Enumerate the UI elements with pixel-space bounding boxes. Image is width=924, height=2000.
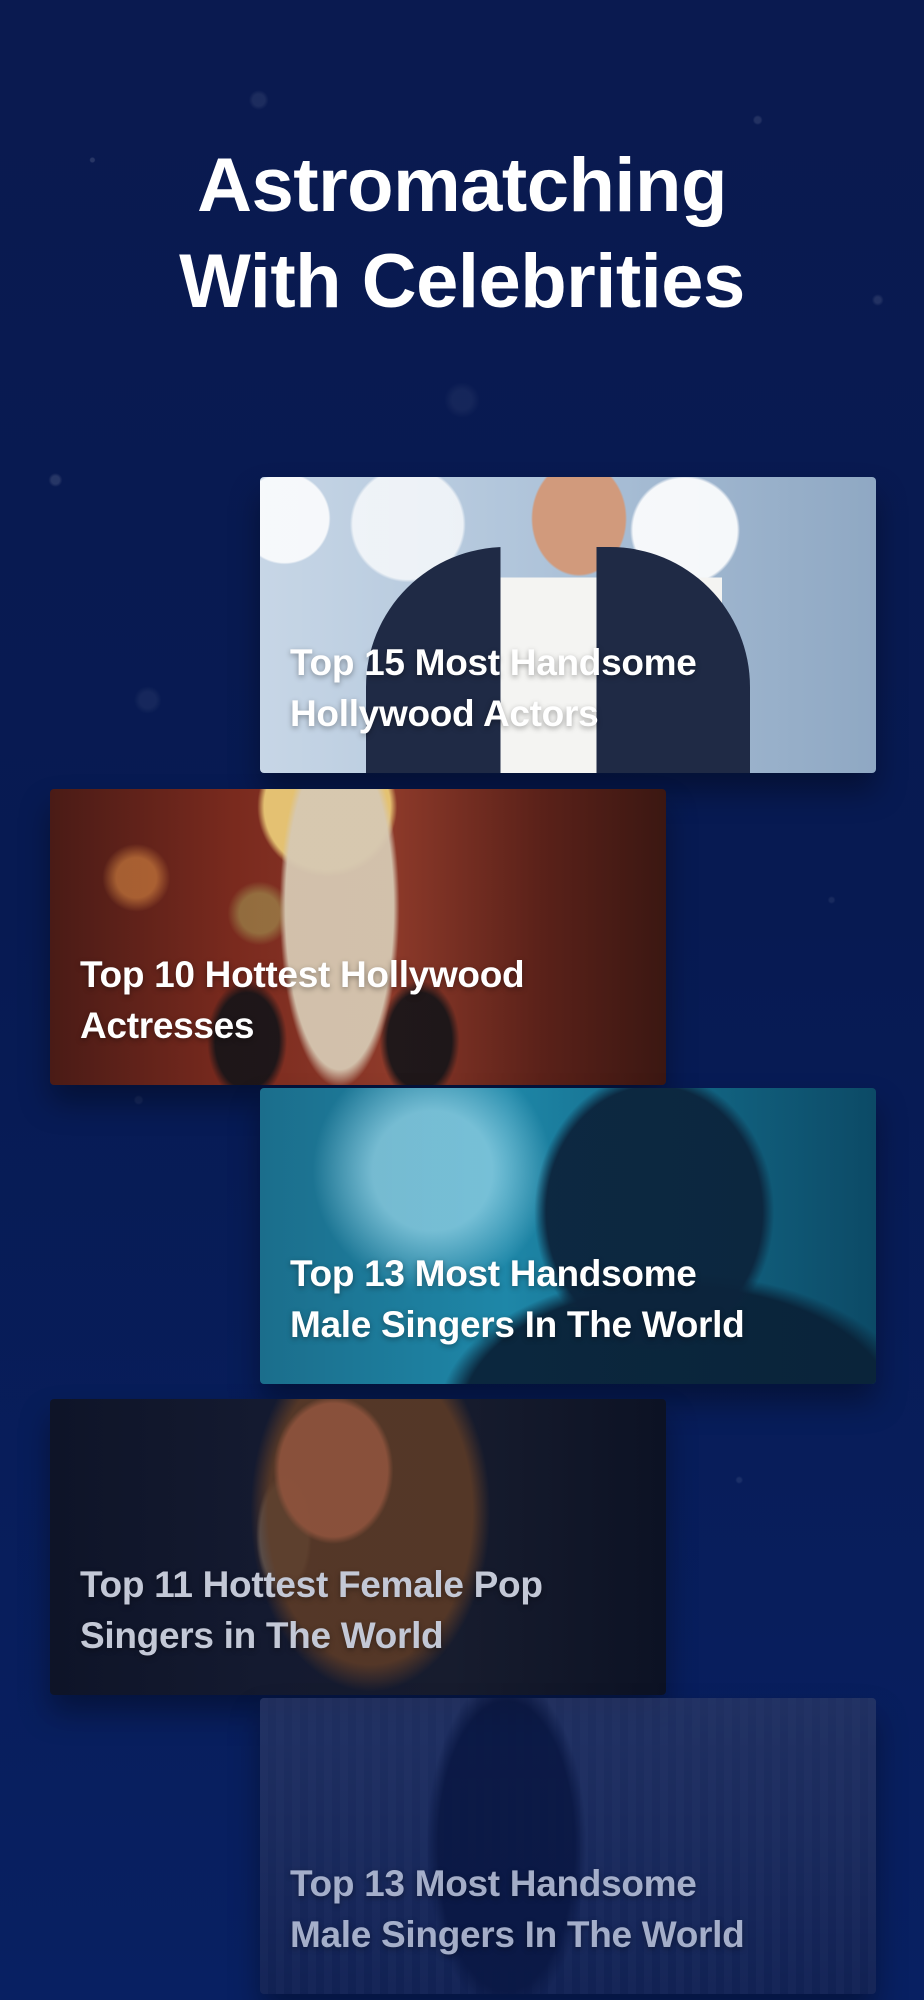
page-title-line-2: With Celebrities bbox=[179, 239, 745, 324]
page-title-line-1: Astromatching bbox=[197, 143, 727, 228]
card-title-line-2: Male Singers In The World bbox=[290, 1304, 745, 1345]
card-title-line-1: Top 10 Hottest Hollywood bbox=[80, 954, 525, 995]
card-title-line-2: Actresses bbox=[80, 1005, 255, 1046]
card-handsome-male-singers-faded[interactable]: Top 13 Most Handsome Male Singers In The… bbox=[260, 1698, 876, 1994]
card-title-line-1: Top 13 Most Handsome bbox=[290, 1253, 697, 1294]
card-title: Top 13 Most Handsome Male Singers In The… bbox=[290, 1858, 846, 1960]
card-hottest-hollywood-actresses[interactable]: Top 10 Hottest Hollywood Actresses bbox=[50, 789, 666, 1085]
card-title-line-2: Male Singers In The World bbox=[290, 1914, 745, 1955]
card-title: Top 10 Hottest Hollywood Actresses bbox=[80, 949, 636, 1051]
card-title: Top 13 Most Handsome Male Singers In The… bbox=[290, 1248, 846, 1350]
card-title-line-1: Top 11 Hottest Female Pop bbox=[80, 1564, 543, 1605]
card-handsome-hollywood-actors[interactable]: Top 15 Most Handsome Hollywood Actors bbox=[260, 477, 876, 773]
card-title: Top 11 Hottest Female Pop Singers in The… bbox=[80, 1559, 636, 1661]
card-title-line-2: Hollywood Actors bbox=[290, 693, 599, 734]
card-hottest-female-pop-singers[interactable]: Top 11 Hottest Female Pop Singers in The… bbox=[50, 1399, 666, 1695]
card-title-line-1: Top 13 Most Handsome bbox=[290, 1863, 697, 1904]
card-title-line-2: Singers in The World bbox=[80, 1615, 444, 1656]
card-title: Top 15 Most Handsome Hollywood Actors bbox=[290, 637, 846, 739]
card-title-line-1: Top 15 Most Handsome bbox=[290, 642, 697, 683]
card-handsome-male-singers[interactable]: Top 13 Most Handsome Male Singers In The… bbox=[260, 1088, 876, 1384]
page-title: Astromatching With Celebrities bbox=[0, 138, 924, 330]
